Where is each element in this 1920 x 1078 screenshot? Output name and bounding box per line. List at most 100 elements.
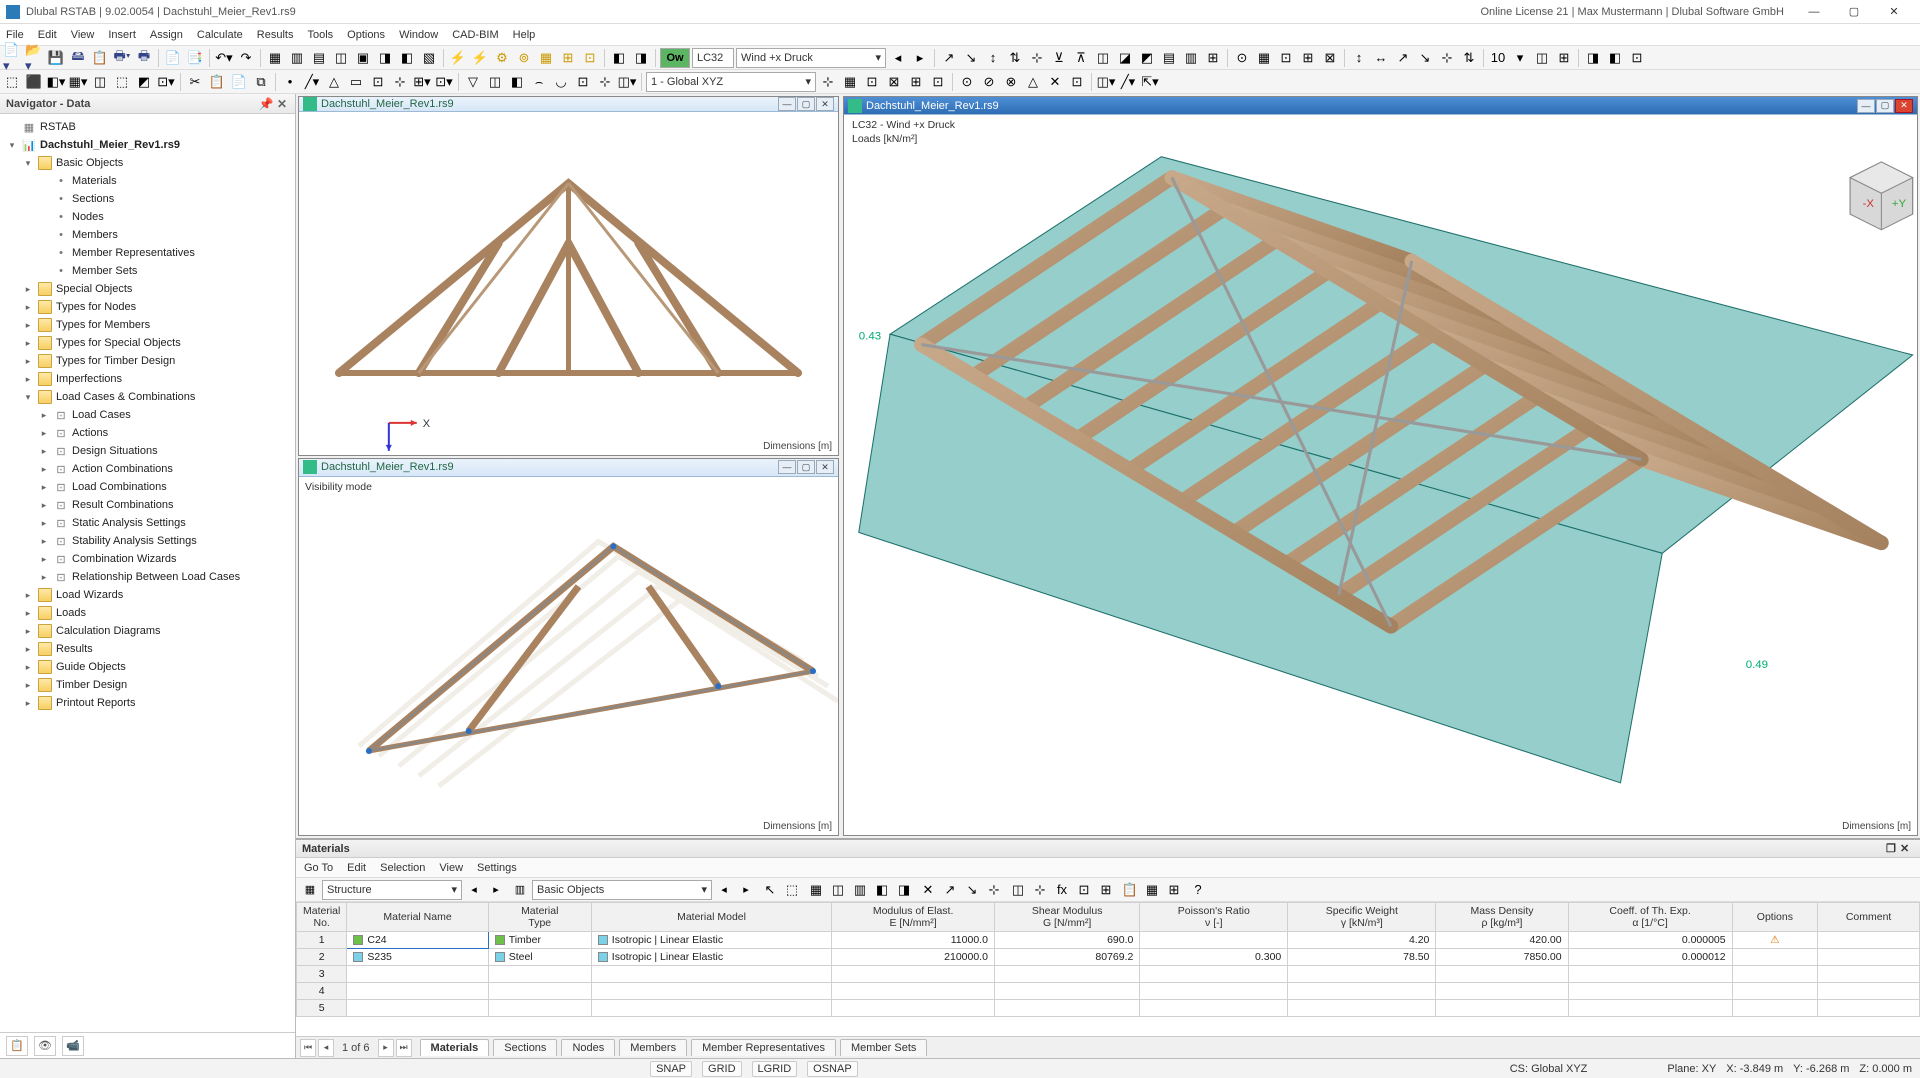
tb2-end-1[interactable]: ╱▾ bbox=[1118, 72, 1138, 92]
view-top-left-title[interactable]: Dachstuhl_Meier_Rev1.rs9 ― ▢ ✕ bbox=[299, 97, 838, 112]
tb1-disp-9[interactable]: ◩ bbox=[1137, 48, 1157, 68]
tb1-calc-5[interactable]: ⊞ bbox=[558, 48, 578, 68]
tb1-disp-8[interactable]: ◪ bbox=[1115, 48, 1135, 68]
tb2-tool-3[interactable]: △ bbox=[1023, 72, 1043, 92]
panel-menu-view[interactable]: View bbox=[439, 862, 463, 874]
tb1-file-5[interactable]: 🖶▾ bbox=[112, 48, 132, 68]
tb1-obj-4[interactable]: ⊠ bbox=[1320, 48, 1340, 68]
view-maximize-icon[interactable]: ▢ bbox=[797, 97, 815, 111]
panel-menu-settings[interactable]: Settings bbox=[477, 862, 517, 874]
grid-button[interactable]: GRID bbox=[702, 1061, 742, 1077]
tree-node[interactable]: ▸⊡Combination Wizards bbox=[2, 550, 293, 568]
panel-tb-7[interactable]: ◨ bbox=[894, 880, 914, 900]
tree-node[interactable]: •Members bbox=[2, 226, 293, 244]
tb2-cs-2[interactable]: ⊡ bbox=[862, 72, 882, 92]
tb1-view-0[interactable]: ▦ bbox=[265, 48, 285, 68]
tree-node[interactable]: ▸Types for Members bbox=[2, 316, 293, 334]
tree-node[interactable]: ▸⊡Load Cases bbox=[2, 406, 293, 424]
menu-assign[interactable]: Assign bbox=[150, 29, 183, 41]
tb2-end-2[interactable]: ⇱▾ bbox=[1140, 72, 1160, 92]
panel-restore-icon[interactable]: ❐ bbox=[1886, 842, 1900, 855]
tb2-sel-1[interactable]: ⬛ bbox=[24, 72, 44, 92]
lgrid-button[interactable]: LGRID bbox=[752, 1061, 798, 1077]
panel-tb-12[interactable]: ⊹ bbox=[984, 880, 1004, 900]
tb1-file-4[interactable]: 📋 bbox=[90, 48, 110, 68]
tb1-obj-0[interactable]: ⊙ bbox=[1232, 48, 1252, 68]
tree-node[interactable]: •Member Representatives bbox=[2, 244, 293, 262]
tb2-sel-4[interactable]: ◫ bbox=[90, 72, 110, 92]
tb2-mod-6[interactable]: ⊹ bbox=[595, 72, 615, 92]
tb2-mod-3[interactable]: ⌢ bbox=[529, 72, 549, 92]
tb2-draw-5[interactable]: ⊹ bbox=[390, 72, 410, 92]
tb2-draw-7[interactable]: ⊡▾ bbox=[434, 72, 454, 92]
menu-options[interactable]: Options bbox=[347, 29, 385, 41]
tree-node[interactable]: ▸⊡Design Situations bbox=[2, 442, 293, 460]
tree-node[interactable]: ▸Load Wizards bbox=[2, 586, 293, 604]
panel-tb-16[interactable]: fx bbox=[1052, 880, 1072, 900]
tb2-edit-1[interactable]: 📋 bbox=[207, 72, 227, 92]
tb1-win-0[interactable]: ◧ bbox=[609, 48, 629, 68]
tb2-mod-0[interactable]: ▽ bbox=[463, 72, 483, 92]
tb1-sc-0[interactable]: ▾ bbox=[1510, 48, 1530, 68]
tb2-edit-0[interactable]: ✂ bbox=[185, 72, 205, 92]
tb2-draw-3[interactable]: ▭ bbox=[346, 72, 366, 92]
tab-members[interactable]: Members bbox=[619, 1039, 687, 1056]
maximize-button[interactable]: ▢ bbox=[1834, 2, 1874, 22]
tree-node[interactable]: •Materials bbox=[2, 172, 293, 190]
tb1-view-3[interactable]: ◫ bbox=[331, 48, 351, 68]
tb2-cs-1[interactable]: ▦ bbox=[840, 72, 860, 92]
menu-file[interactable]: File bbox=[6, 29, 24, 41]
tb2-sel-5[interactable]: ⬚ bbox=[112, 72, 132, 92]
basic-icon[interactable]: ▥ bbox=[510, 880, 530, 900]
tab-nodes[interactable]: Nodes bbox=[561, 1039, 615, 1056]
panel-tb-18[interactable]: ⊞ bbox=[1096, 880, 1116, 900]
tree-node[interactable]: •Sections bbox=[2, 190, 293, 208]
tb1-view-5[interactable]: ◨ bbox=[375, 48, 395, 68]
tb2-end-0[interactable]: ◫▾ bbox=[1096, 72, 1116, 92]
tree-node[interactable]: ▸Special Objects bbox=[2, 280, 293, 298]
structure-icon[interactable]: ▦ bbox=[300, 880, 320, 900]
tb2-cs-5[interactable]: ⊡ bbox=[928, 72, 948, 92]
tb2-sel-3[interactable]: ▦▾ bbox=[68, 72, 88, 92]
tb1-obj-1[interactable]: ▦ bbox=[1254, 48, 1274, 68]
tb1-dim-0[interactable]: ↕ bbox=[1349, 48, 1369, 68]
tb2-cs-3[interactable]: ⊠ bbox=[884, 72, 904, 92]
tree-node[interactable]: ▸⊡Action Combinations bbox=[2, 460, 293, 478]
tb1-end-2[interactable]: ⊡ bbox=[1627, 48, 1647, 68]
tb1-dim-1[interactable]: ↔ bbox=[1371, 48, 1391, 68]
tree-node[interactable]: ▸Printout Reports bbox=[2, 694, 293, 712]
tb2-draw-2[interactable]: △ bbox=[324, 72, 344, 92]
tb2-sel-2[interactable]: ◧▾ bbox=[46, 72, 66, 92]
tab-materials[interactable]: Materials bbox=[420, 1039, 490, 1056]
panel-tb-5[interactable]: ▥ bbox=[850, 880, 870, 900]
menu-edit[interactable]: Edit bbox=[38, 29, 57, 41]
panel-tb-0[interactable]: ↖ bbox=[760, 880, 780, 900]
tb1-scale[interactable]: 10 bbox=[1488, 48, 1508, 68]
tb2-draw-6[interactable]: ⊞▾ bbox=[412, 72, 432, 92]
tb1-end-0[interactable]: ◨ bbox=[1583, 48, 1603, 68]
view-maximize-icon[interactable]: ▢ bbox=[797, 460, 815, 474]
tree-node[interactable]: ▸⊡Stability Analysis Settings bbox=[2, 532, 293, 550]
tb1-disp-6[interactable]: ⊼ bbox=[1071, 48, 1091, 68]
menu-view[interactable]: View bbox=[71, 29, 95, 41]
minimize-button[interactable]: ― bbox=[1794, 2, 1834, 22]
tb1-lcnav-0[interactable]: ◂ bbox=[888, 48, 908, 68]
tb1-disp-12[interactable]: ⊞ bbox=[1203, 48, 1223, 68]
panel-tb-21[interactable]: ▦ bbox=[1142, 880, 1162, 900]
tb2-mod-1[interactable]: ◫ bbox=[485, 72, 505, 92]
view-minimize-icon[interactable]: ― bbox=[1857, 99, 1875, 113]
tree-node[interactable]: ▸Imperfections bbox=[2, 370, 293, 388]
tab-sections[interactable]: Sections bbox=[493, 1039, 557, 1056]
prev2-icon[interactable]: ◂ bbox=[714, 880, 734, 900]
view-mid-left-title[interactable]: Dachstuhl_Meier_Rev1.rs9 ― ▢ ✕ bbox=[299, 459, 838, 477]
tb2-tool-0[interactable]: ⊙ bbox=[957, 72, 977, 92]
tb1-dim-4[interactable]: ⊹ bbox=[1437, 48, 1457, 68]
tb1-file-3[interactable]: 🖴 bbox=[68, 48, 88, 68]
tb1-view-7[interactable]: ▧ bbox=[419, 48, 439, 68]
nav-data-icon[interactable]: 📋 bbox=[6, 1036, 28, 1056]
close-button[interactable]: ✕ bbox=[1874, 2, 1914, 22]
tb1-undo-1[interactable]: ↷ bbox=[236, 48, 256, 68]
tb1-dim-3[interactable]: ↘ bbox=[1415, 48, 1435, 68]
tb2-mod-7[interactable]: ◫▾ bbox=[617, 72, 637, 92]
tb1-file-2[interactable]: 💾 bbox=[46, 48, 66, 68]
